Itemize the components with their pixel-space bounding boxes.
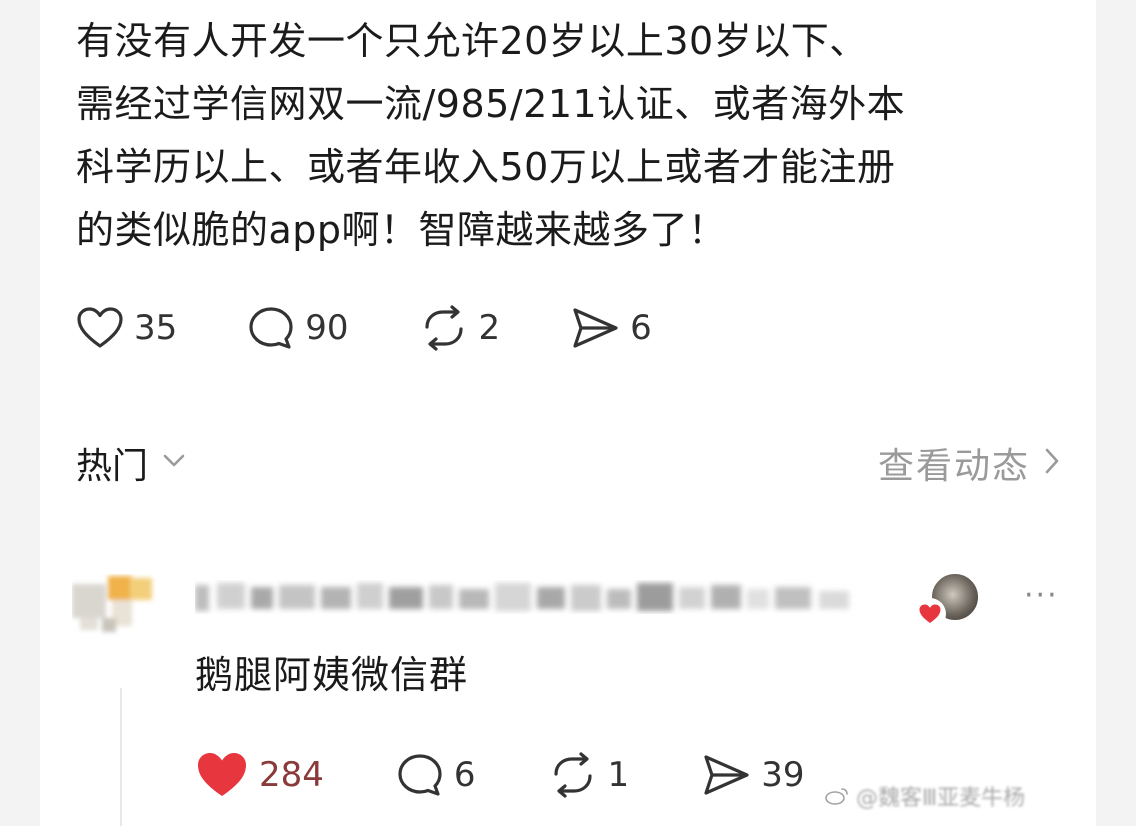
chevron-right-icon	[1044, 447, 1060, 479]
post-repost-count: 2	[478, 308, 501, 348]
author-liked-heart-icon	[914, 598, 946, 630]
comment-like-button[interactable]: 284	[195, 750, 324, 800]
post-line: 的类似脆的app啊！智障越来越多了！	[76, 208, 727, 252]
post-line: 科学历以上、或者年收入50万以上或者才能注册	[76, 145, 896, 189]
sort-label: 热门	[76, 446, 149, 487]
post-repost-button[interactable]: 2	[419, 305, 501, 351]
comment-icon	[247, 305, 295, 351]
comment-text: 鹅腿阿姨微信群	[195, 653, 469, 697]
comments-header: 热门 查看动态	[76, 435, 1060, 491]
commenter-name-redacted[interactable]	[195, 577, 865, 621]
comment-icon	[396, 752, 444, 798]
post-share-count: 6	[630, 308, 652, 348]
post-card: 有没有人开发一个只允许20岁以上30岁以下、 需经过学信网双一流/985/211…	[40, 0, 1096, 826]
watermark-text: @魏客Ⅲ亚麦牛杨	[856, 786, 1026, 811]
post-line: 需经过学信网双一流/985/211认证、或者海外本	[76, 82, 906, 126]
post-like-count: 35	[134, 308, 178, 348]
comment-actions: 284 6 1 39	[195, 744, 876, 806]
comment-reply-count: 6	[453, 755, 476, 795]
post-comment-count: 90	[305, 308, 349, 348]
share-icon	[570, 305, 620, 351]
thread-line	[120, 688, 122, 826]
sort-dropdown[interactable]: 热门	[76, 437, 186, 489]
comment-reply-button[interactable]: 6	[396, 752, 476, 798]
comment-repost-button[interactable]: 1	[548, 752, 630, 798]
weibo-logo-icon	[824, 786, 850, 806]
chevron-down-icon	[162, 453, 186, 473]
comment-share-button[interactable]: 39	[701, 752, 804, 798]
watermark: @魏客Ⅲ亚麦牛杨	[824, 780, 1025, 812]
comment-share-count: 39	[761, 755, 805, 795]
view-activity-label: 查看动态	[877, 446, 1030, 487]
comment-repost-count: 1	[607, 755, 630, 795]
more-icon[interactable]: ···	[1024, 578, 1059, 613]
view-activity-link[interactable]: 查看动态	[878, 437, 1060, 489]
post-share-button[interactable]: 6	[570, 305, 652, 351]
commenter-avatar[interactable]	[72, 574, 158, 638]
post-comment-button[interactable]: 90	[247, 305, 349, 351]
page: 有没有人开发一个只允许20岁以上30岁以下、 需经过学信网双一流/985/211…	[0, 0, 1136, 826]
post-line: 有没有人开发一个只允许20岁以上30岁以下、	[76, 19, 868, 63]
share-icon	[701, 752, 751, 798]
heart-icon	[76, 306, 124, 350]
repost-icon	[548, 752, 598, 798]
repost-icon	[419, 305, 469, 351]
post-actions: 35 90 2 6	[76, 298, 722, 358]
heart-icon	[195, 750, 249, 800]
post-body: 有没有人开发一个只允许20岁以上30岁以下、 需经过学信网双一流/985/211…	[76, 10, 1066, 262]
post-like-button[interactable]: 35	[76, 306, 177, 350]
comment-like-count: 284	[259, 755, 324, 795]
